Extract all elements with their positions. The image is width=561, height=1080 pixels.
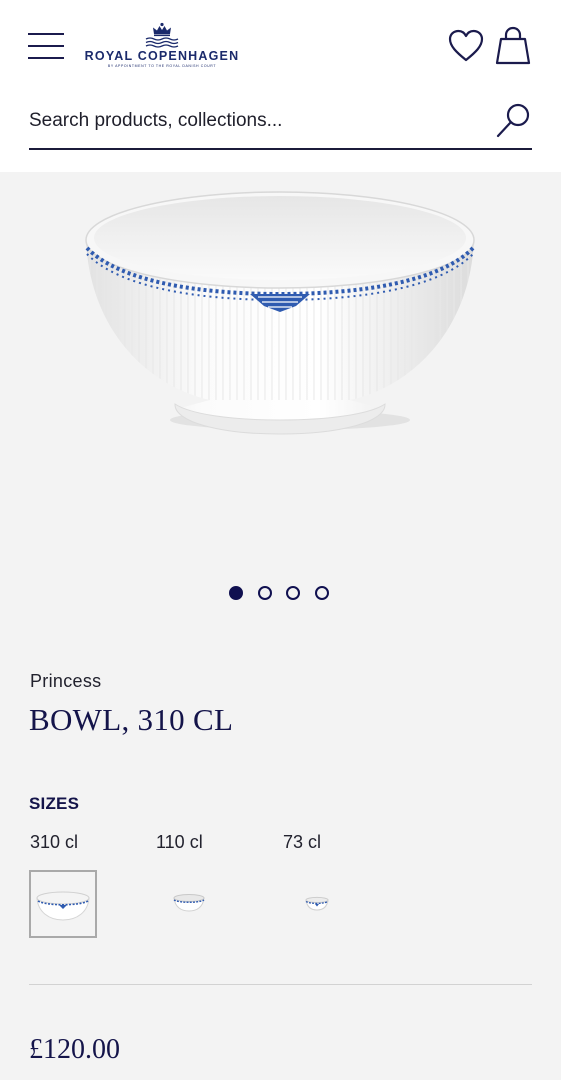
carousel-dot-4[interactable] [315,586,329,600]
size-option-73cl[interactable] [283,870,351,938]
brand-tagline: BY APPOINTMENT TO THE ROYAL DANISH COURT [107,64,217,68]
hamburger-menu-icon[interactable] [28,30,64,62]
carousel-dot-1[interactable] [229,586,243,600]
size-label-73cl: 73 cl [283,832,322,852]
size-label-310cl: 310 cl [30,832,79,852]
size-option-310cl[interactable] [29,870,97,938]
brand-name: ROYAL COPENHAGEN [84,49,240,63]
search-bar [29,100,532,150]
sizes-heading: SIZES [29,794,80,813]
search-icon[interactable] [496,102,532,140]
collection-name[interactable]: Princess [30,671,101,692]
product-image[interactable] [80,182,480,452]
carousel-dot-3[interactable] [286,586,300,600]
crown-waves-logo-icon [145,22,179,48]
brand-logo[interactable]: ROYAL COPENHAGEN BY APPOINTMENT TO THE R… [84,22,240,72]
product-section: Princess BOWL, 310 CL SIZES 310 cl 110 c… [0,172,561,1080]
search-input[interactable] [29,102,479,140]
site-header: ROYAL COPENHAGEN BY APPOINTMENT TO THE R… [0,0,561,172]
size-label-110cl: 110 cl [156,832,203,852]
carousel-dot-2[interactable] [258,586,272,600]
heart-icon[interactable] [447,28,485,64]
size-option-110cl[interactable] [155,870,223,938]
shopping-bag-icon[interactable] [495,26,531,66]
product-price: £120.00 [29,1034,120,1065]
divider [29,984,532,985]
product-title: BOWL, 310 CL [29,702,234,737]
